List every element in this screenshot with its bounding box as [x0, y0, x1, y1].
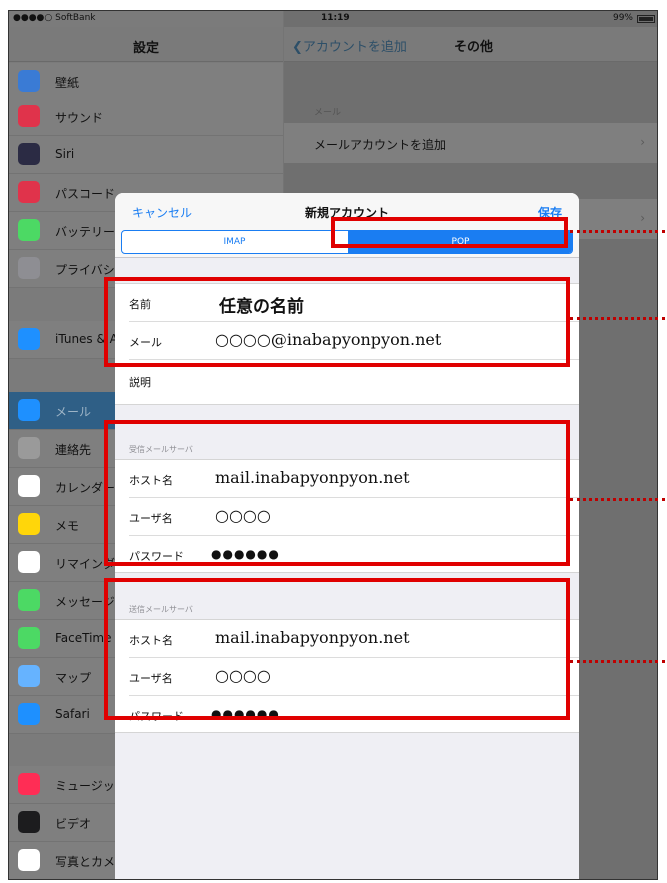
- sidebar-item-label: Safari: [55, 707, 90, 721]
- privacy-icon: [18, 257, 40, 279]
- status-bar: ●●●●○ SoftBank 11:19 99%: [9, 11, 657, 27]
- sidebar-item-label: サウンド: [55, 111, 104, 125]
- video-icon: [18, 811, 40, 833]
- battery-icon: [637, 15, 655, 23]
- siri-icon: [18, 143, 40, 165]
- add-mail-account-label: メールアカウントを追加: [314, 138, 447, 152]
- add-mail-account-row[interactable]: メールアカウントを追加 ›: [284, 123, 657, 163]
- contacts-icon: [18, 437, 40, 459]
- battery-icon: [18, 219, 40, 241]
- sidebar-item[interactable]: サウンド: [9, 98, 283, 136]
- sidebar-item-label: 連絡先: [55, 443, 92, 457]
- account-highlight-box: [104, 277, 570, 367]
- maps-icon: [18, 665, 40, 687]
- sidebar-item-label: マップ: [55, 671, 92, 685]
- calendar-icon: [18, 475, 40, 497]
- incoming-highlight-box: [104, 420, 570, 566]
- segment-imap[interactable]: IMAP: [122, 231, 347, 253]
- description-row[interactable]: 説明: [115, 362, 579, 400]
- sidebar-item-label: Siri: [55, 147, 75, 161]
- back-button[interactable]: ❮アカウントを追加: [292, 36, 407, 55]
- sidebar-title: 設定: [132, 41, 159, 56]
- messages-icon: [18, 589, 40, 611]
- sidebar-item-label: パスコード: [55, 187, 116, 201]
- sidebar-item-label: ビデオ: [55, 817, 92, 831]
- account-callout-line: [570, 317, 665, 320]
- screenshot: 設定 壁紙 サウンド Siri パスコード バッテリー プライバシー iTunes & Ap…: [0, 0, 667, 883]
- sound-icon: [18, 105, 40, 127]
- sidebar-item[interactable]: Siri: [9, 136, 283, 174]
- sidebar-item-label: メモ: [55, 519, 80, 533]
- music-icon: [18, 773, 40, 795]
- clock: 11:19: [321, 13, 350, 23]
- pop-callout-line: [570, 230, 665, 233]
- detail-header: ❮アカウントを追加 その他: [284, 27, 657, 62]
- sidebar-item-label: 壁紙: [55, 76, 80, 90]
- wallpaper-icon: [18, 70, 40, 92]
- sidebar-item-label: バッテリー: [55, 225, 116, 239]
- outgoing-highlight-box: [104, 578, 570, 720]
- app-store-icon: [18, 328, 40, 350]
- incoming-callout-line: [570, 498, 665, 501]
- battery-percent: 99%: [612, 13, 633, 23]
- sidebar-item[interactable]: 壁紙: [9, 63, 283, 101]
- carrier-label: ●●●●○ SoftBank: [13, 13, 96, 23]
- description-label: 説明: [129, 376, 151, 389]
- photos-icon: [18, 849, 40, 871]
- chevron-right-icon: ›: [640, 211, 645, 225]
- facetime-icon: [18, 627, 40, 649]
- mail-section-label: メール: [314, 108, 342, 118]
- sidebar-header: 設定: [9, 27, 283, 62]
- pop-highlight-box: [331, 217, 568, 248]
- chevron-right-icon: ›: [640, 135, 645, 149]
- outgoing-callout-line: [570, 660, 665, 663]
- passcode-icon: [18, 181, 40, 203]
- sidebar-item-label: メール: [55, 405, 92, 419]
- detail-title: その他: [454, 40, 494, 55]
- safari-icon: [18, 703, 40, 725]
- back-label: アカウントを追加: [302, 40, 407, 55]
- cancel-button[interactable]: キャンセル: [132, 204, 192, 221]
- notes-icon: [18, 513, 40, 535]
- reminders-icon: [18, 551, 40, 573]
- chevron-left-icon: ❮: [292, 40, 303, 55]
- mail-icon: [18, 399, 40, 421]
